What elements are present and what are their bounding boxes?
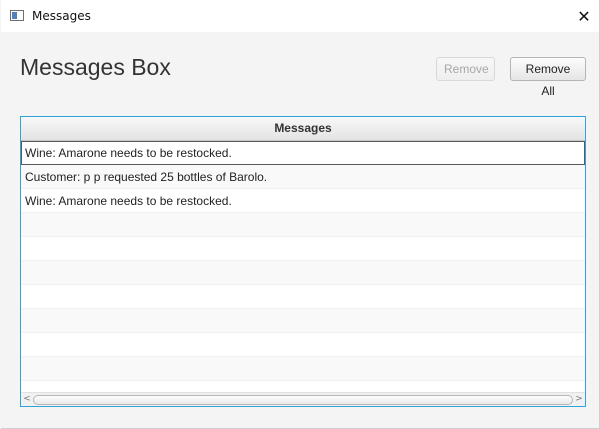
- messages-table[interactable]: Messages Wine: Amarone needs to be resto…: [20, 116, 586, 407]
- app-window-icon: [10, 10, 24, 21]
- scrollbar-thumb[interactable]: [33, 395, 573, 405]
- table-row[interactable]: [21, 213, 585, 237]
- messages-window: Messages ✕ Messages Box Remove Remove Al…: [1, 0, 600, 429]
- table-row[interactable]: [21, 261, 585, 285]
- horizontal-scrollbar[interactable]: < >: [21, 392, 585, 406]
- table-row[interactable]: [21, 357, 585, 381]
- page-title: Messages Box: [20, 54, 171, 80]
- table-row[interactable]: Wine: Amarone needs to be restocked.: [21, 189, 585, 213]
- table-row[interactable]: Wine: Amarone needs to be restocked.: [21, 141, 585, 165]
- title-bar[interactable]: Messages ✕: [1, 0, 599, 32]
- table-row[interactable]: [21, 237, 585, 261]
- close-icon[interactable]: ✕: [569, 0, 599, 32]
- table-row[interactable]: [21, 309, 585, 333]
- table-row[interactable]: Customer: p p requested 25 bottles of Ba…: [21, 165, 585, 189]
- scroll-right-icon[interactable]: >: [573, 393, 585, 406]
- remove-all-button[interactable]: Remove All: [510, 57, 586, 98]
- remove-button[interactable]: Remove: [436, 57, 495, 81]
- table-row[interactable]: [21, 285, 585, 309]
- scroll-left-icon[interactable]: <: [21, 393, 33, 406]
- column-header-messages[interactable]: Messages: [21, 117, 585, 141]
- window-title: Messages: [32, 9, 91, 23]
- table-row[interactable]: [21, 333, 585, 357]
- table-rows: Wine: Amarone needs to be restocked. Cus…: [21, 141, 585, 405]
